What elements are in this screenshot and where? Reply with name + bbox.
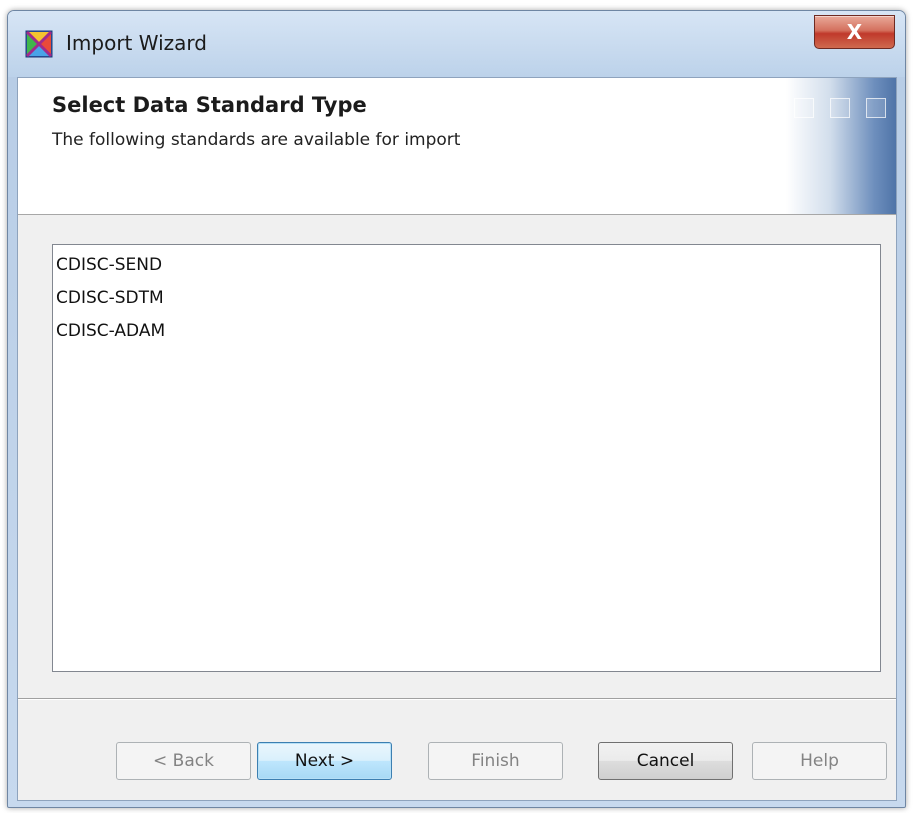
standards-list[interactable]: CDISC-SEND CDISC-SDTM CDISC-ADAM <box>52 244 881 672</box>
import-wizard-icon <box>25 30 53 58</box>
help-button-label: Help <box>800 751 839 771</box>
page-subtitle: The following standards are available fo… <box>52 130 461 150</box>
banner-decoration <box>786 78 896 214</box>
button-bar: < Back Next > Finish Cancel Help <box>18 698 896 800</box>
title-bar[interactable]: Import Wizard X <box>8 11 905 77</box>
next-button-label: Next > <box>294 751 355 771</box>
list-item-cdisc-sdtm[interactable]: CDISC-SDTM <box>53 282 880 315</box>
decor-square <box>866 98 886 118</box>
wizard-client-area: Select Data Standard Type The following … <box>17 77 897 801</box>
import-wizard-window: Import Wizard X Select Data Standard Typ… <box>7 10 906 808</box>
list-item-cdisc-send[interactable]: CDISC-SEND <box>53 249 880 282</box>
finish-button-label: Finish <box>471 751 520 771</box>
cancel-button-label: Cancel <box>636 751 695 771</box>
back-button-label: < Back <box>153 751 214 771</box>
help-button[interactable]: Help <box>752 742 887 780</box>
decor-square <box>830 98 850 118</box>
finish-button[interactable]: Finish <box>428 742 563 780</box>
window-title: Import Wizard <box>66 31 207 55</box>
back-button[interactable]: < Back <box>116 742 251 780</box>
cancel-button[interactable]: Cancel <box>598 742 733 780</box>
close-icon: X <box>846 20 863 44</box>
page-title: Select Data Standard Type <box>52 93 367 117</box>
decor-square <box>794 98 814 118</box>
list-item-cdisc-adam[interactable]: CDISC-ADAM <box>53 315 880 348</box>
next-button[interactable]: Next > <box>257 742 392 780</box>
wizard-header-banner: Select Data Standard Type The following … <box>18 78 896 215</box>
close-button[interactable]: X <box>814 15 895 49</box>
